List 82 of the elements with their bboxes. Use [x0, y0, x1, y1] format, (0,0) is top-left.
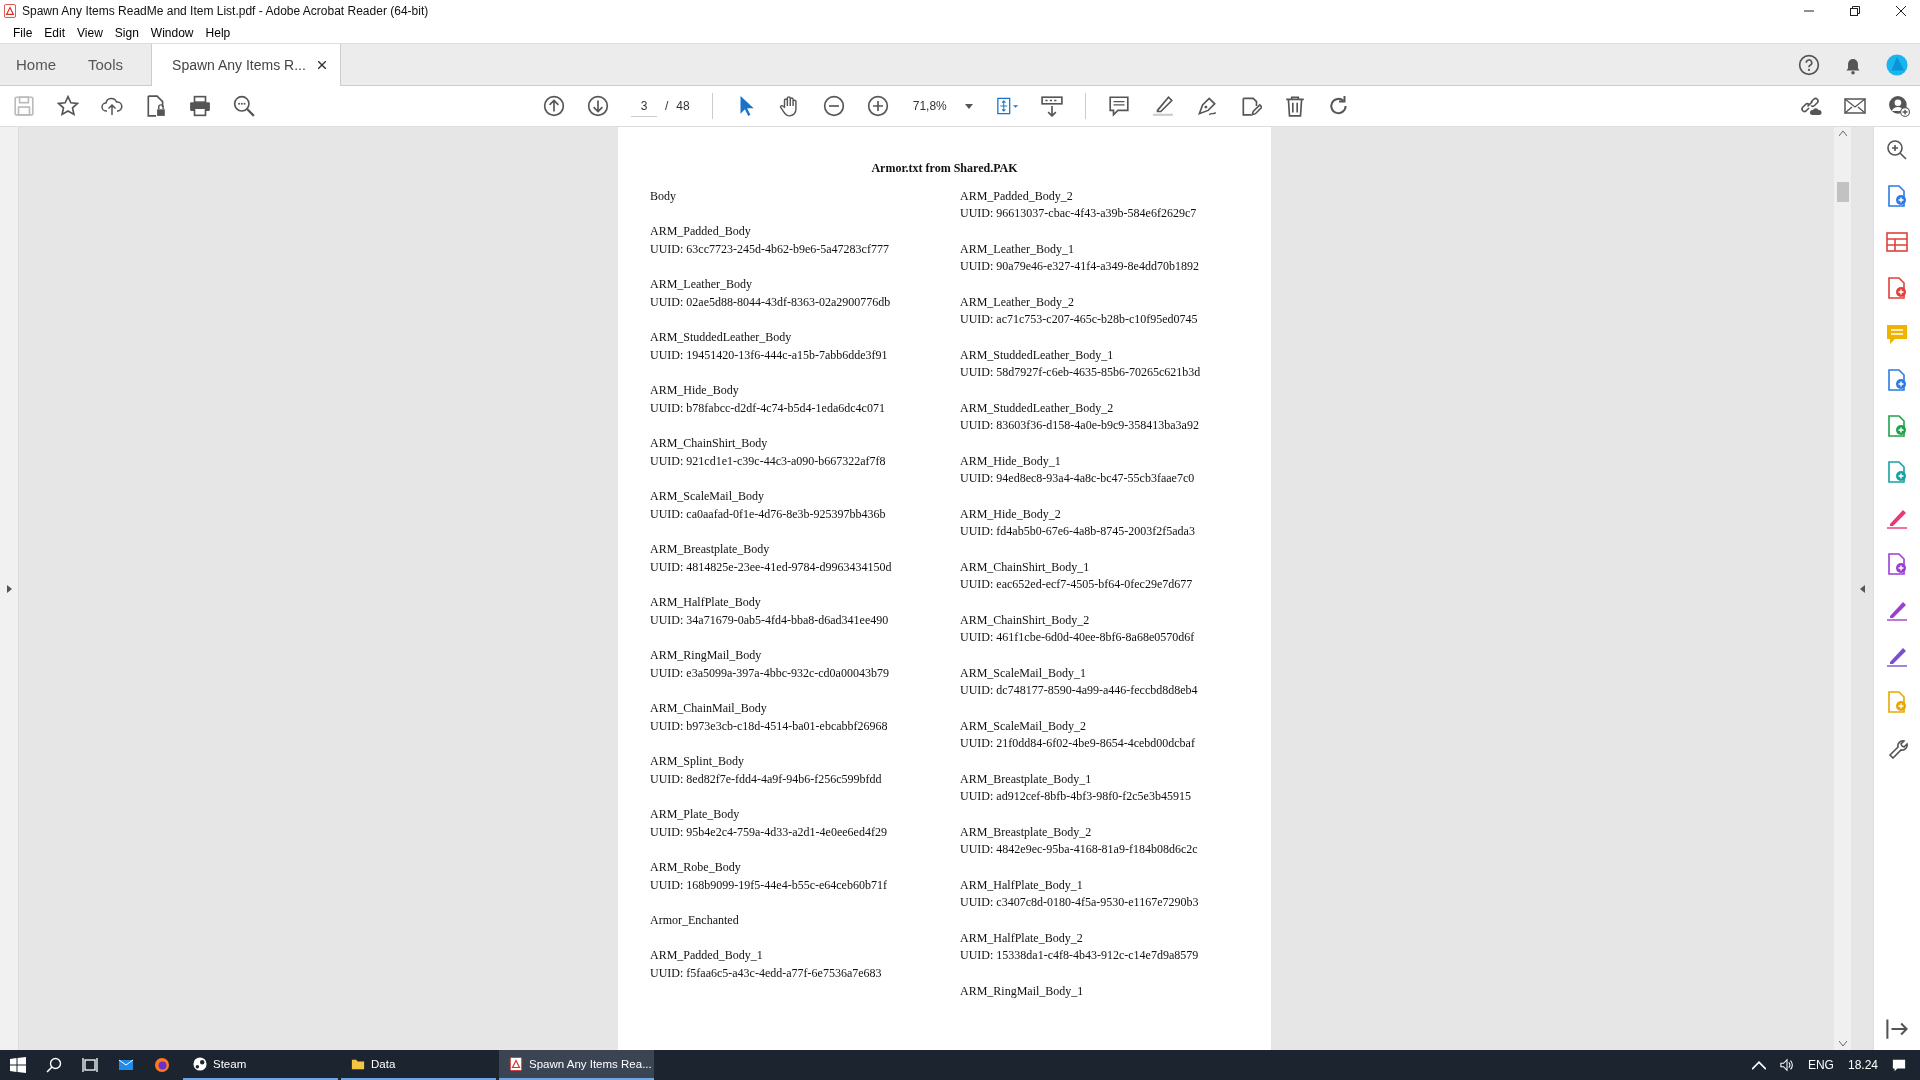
item-uuid: UUID: b78fabcc-d2df-4c74-b5d4-1eda6dc4c071 — [650, 399, 886, 417]
page-number-field[interactable]: 3 — [631, 95, 657, 117]
item-uuid: UUID: 63cc7723-245d-4b62-b9e6-5a47283cf777 — [650, 240, 890, 258]
taskbar-app[interactable]: Data — [341, 1050, 496, 1080]
item-name: ARM_RingMail_Body_1 — [960, 982, 1085, 1000]
item-uuid: UUID: 15338da1-c4f8-4b43-912c-c14e7d9a8579 — [960, 947, 1200, 965]
item-name: ARM_Breastplate_Body_2 — [960, 823, 1093, 841]
menu-item[interactable]: File — [8, 24, 38, 41]
item-uuid: UUID: 8ed82f7e-fdd4-4a9f-94b6-f256c599bfdd — [650, 770, 883, 788]
item-name: ARM_HalfPlate_Body_1 — [960, 876, 1084, 894]
item-name: ARM_ScaleMail_Body_1 — [960, 664, 1087, 682]
page-separator: / — [665, 99, 669, 113]
item-uuid: UUID: 34a71679-0ab5-4fd4-bba8-d6ad341ee490 — [650, 611, 890, 629]
item-name: ARM_Padded_Body_1 — [650, 947, 764, 965]
item-uuid: UUID: b973e3cb-c18d-4514-ba01-ebcabbf26968 — [650, 717, 889, 735]
menu-item[interactable]: View — [72, 24, 108, 41]
item-uuid: UUID: eac652ed-ecf7-4505-bf64-0fec29e7d677 — [960, 576, 1194, 594]
item-name: ARM_Leather_Body_1 — [960, 240, 1075, 258]
item-uuid: UUID: ca0aafad-0f1e-4d76-8e3b-925397bb436b — [650, 505, 887, 523]
document-tab[interactable]: Spawn Any Items R... — [151, 44, 342, 86]
item-name: ARM_Padded_Body — [650, 223, 752, 240]
item-name: ARM_StuddedLeather_Body — [650, 329, 793, 346]
item-name: ARM_HalfPlate_Body — [650, 594, 762, 611]
menu-item[interactable]: Sign — [109, 24, 144, 41]
item-name: ARM_ChainMail_Body — [650, 700, 768, 717]
item-uuid: UUID: f5faa6c5-a43c-4edd-a77f-6e7536a7e683 — [650, 965, 883, 982]
item-name: ARM_Hide_Body_2 — [960, 505, 1062, 523]
taskbar-app[interactable]: Spawn Any Items Rea... — [499, 1050, 654, 1080]
zoom-dropdown[interactable]: 71,8% — [910, 95, 975, 117]
menu-item[interactable]: Help — [200, 24, 236, 41]
nav-tab[interactable]: Home — [0, 44, 72, 85]
item-name: ARM_Breastplate_Body_1 — [960, 770, 1093, 788]
section-heading: Armor_Enchanted — [650, 912, 740, 929]
item-name: ARM_ChainShirt_Body_2 — [960, 611, 1091, 629]
item-name: ARM_Breastplate_Body — [650, 541, 771, 558]
item-uuid: UUID: 4842e9ec-95ba-4168-81a9-f184b08d6c2c — [960, 841, 1199, 859]
item-name: ARM_Leather_Body — [650, 276, 753, 293]
item-name: ARM_StuddedLeather_Body_1 — [960, 346, 1115, 364]
item-name: ARM_RingMail_Body — [650, 647, 763, 664]
taskbar-app[interactable]: Steam — [183, 1050, 338, 1080]
item-uuid: UUID: 96613037-cbac-4f43-a39b-584e6f2629c7 — [960, 205, 1198, 223]
item-name: ARM_Splint_Body — [650, 753, 746, 770]
item-uuid: UUID: fd4ab5b0-67e6-4a8b-8745-2003f2f5ada3 — [960, 523, 1196, 541]
clock[interactable]: 18.24 — [1847, 1058, 1878, 1072]
item-uuid: UUID: dc748177-8590-4a99-a446-feccbd8d8eb4 — [960, 682, 1199, 700]
menu-item[interactable]: Edit — [39, 24, 71, 41]
item-name: ARM_HalfPlate_Body_2 — [960, 929, 1084, 947]
item-name: ARM_Leather_Body_2 — [960, 293, 1075, 311]
item-name: ARM_StuddedLeather_Body_2 — [960, 399, 1115, 417]
item-uuid: UUID: 461f1cbe-6d0d-40ee-8bf6-8a68e0570d6f — [960, 629, 1196, 647]
item-uuid: UUID: 90a79e46-e327-41f4-a349-8e4dd70b1892 — [960, 258, 1200, 276]
item-name: ARM_ScaleMail_Body — [650, 488, 765, 505]
item-name: ARM_Hide_Body_1 — [960, 452, 1062, 470]
nav-tab[interactable]: Tools — [72, 44, 140, 85]
item-name: ARM_ScaleMail_Body_2 — [960, 717, 1087, 735]
section-heading: Body — [650, 187, 677, 205]
item-uuid: UUID: 94ed8ec8-93a4-4a8c-bc47-55cb3faae7c0 — [960, 470, 1196, 488]
document-title: Armor.txt from Shared.PAK — [870, 160, 1019, 177]
item-uuid: UUID: 19451420-13f6-444c-a15b-7abb6dde3f91 — [650, 346, 889, 364]
item-name: ARM_Plate_Body — [650, 806, 741, 823]
tab-label: Spawn Any Items R... — [172, 57, 306, 73]
item-uuid: UUID: 83603f36-d158-4a0e-b9c9-358413ba3a92 — [960, 417, 1200, 435]
item-uuid: UUID: ad912cef-8bfb-4bf3-98f0-f2c5e3b45915 — [960, 788, 1192, 806]
item-name: ARM_Hide_Body — [650, 382, 740, 399]
item-uuid: UUID: 4814825e-23ee-41ed-9784-d9963434150d — [650, 558, 893, 576]
item-uuid: UUID: 95b4e2c4-759a-4d33-a2d1-4e0ee6ed4f29 — [650, 823, 888, 841]
item-uuid: UUID: 921cd1e1-c39c-44c3-a090-b667322af7f8 — [650, 452, 887, 470]
menu-item[interactable]: Window — [145, 24, 199, 41]
item-uuid: UUID: c3407c8d-0180-4f5a-9530-e1167e7290b3 — [960, 894, 1200, 912]
window-title: Spawn Any Items ReadMe and Item List.pdf - Adobe Acrobat Reader (64-bit) — [22, 4, 430, 18]
item-uuid: UUID: ac71c753-c207-465c-b28b-c10f95ed0745 — [960, 311, 1199, 329]
item-uuid: UUID: 02ae5d88-8044-43df-8363-02a2900776db — [650, 293, 892, 311]
item-name: ARM_ChainShirt_Body_1 — [960, 558, 1091, 576]
item-name: ARM_Padded_Body_2 — [960, 187, 1074, 205]
page-total: 48 — [676, 99, 690, 113]
item-name: ARM_Robe_Body — [650, 859, 742, 876]
item-uuid: UUID: e3a5099a-397a-4bbc-932c-cd0a00043b79 — [650, 664, 890, 682]
item-uuid: UUID: 58d7927f-c6eb-4635-85b6-70265c621b3d — [960, 364, 1202, 382]
item-uuid: UUID: 21f0dd84-6f02-4be9-8654-4cebd00dcbaf — [960, 735, 1196, 753]
item-uuid: UUID: 168b9099-19f5-44e4-b55c-e64ceb60b71f — [650, 876, 888, 894]
item-name: ARM_ChainShirt_Body — [650, 435, 769, 452]
language-indicator[interactable]: ENG — [1807, 1058, 1834, 1072]
